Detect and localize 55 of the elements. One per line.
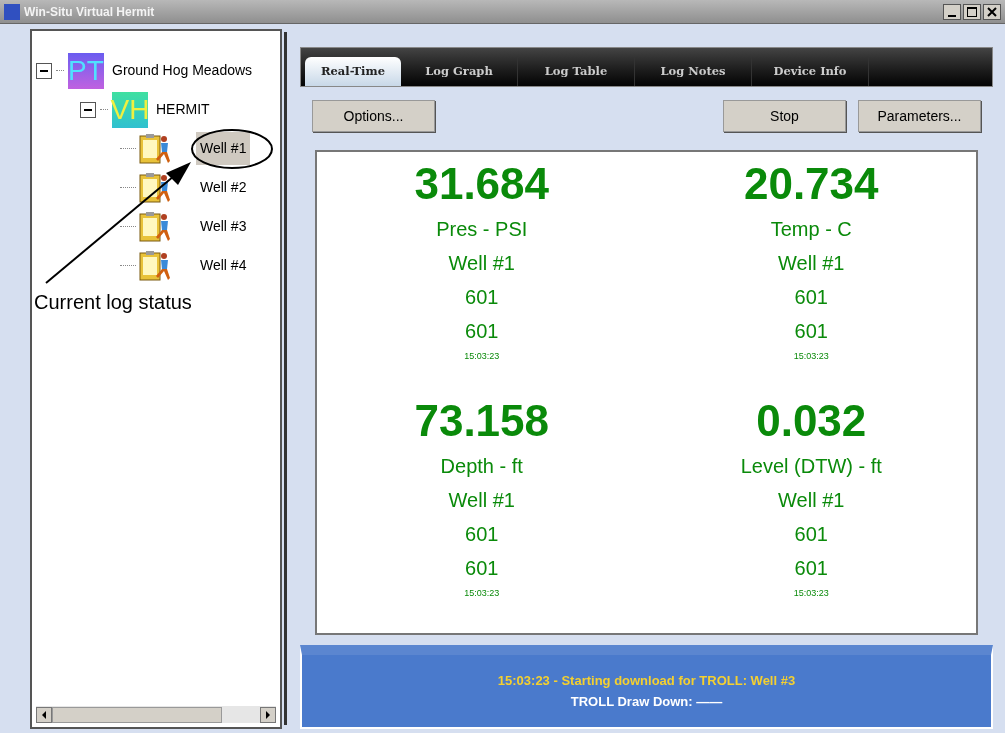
reading-value: 73.158 (414, 394, 550, 447)
toolbar-button[interactable]: Stop (723, 100, 846, 132)
tab[interactable]: Device Info (752, 57, 869, 86)
status-message: 15:03:23 - Starting download for TROLL: Well #3 (497, 671, 796, 690)
tree-item[interactable]: Well #1 (196, 132, 251, 165)
badge-icon: PT (68, 52, 104, 89)
draw-down-text: TROLL Draw Down: —— (570, 693, 723, 711)
timestamp: 15:03:23 (464, 586, 500, 600)
reading-text: 601 (794, 319, 828, 344)
tree-item[interactable]: Well #4 (196, 249, 251, 282)
clipboard-runner-icon (138, 171, 172, 204)
close-icon[interactable] (983, 3, 1001, 20)
parameter-label: Level (DTW) - ft (740, 453, 882, 479)
tree-item[interactable]: Well #2 (196, 171, 251, 204)
timestamp: 15:03:23 (464, 350, 500, 363)
horizontal-scrollbar[interactable] (36, 706, 276, 723)
timestamp: 15:03:23 (793, 350, 829, 363)
reading-value: 20.734 (743, 158, 879, 210)
maximize-icon[interactable] (963, 3, 981, 20)
scroll-right-icon[interactable] (266, 710, 270, 719)
reading-text: 601 (794, 555, 828, 581)
tree-item[interactable]: HERMIT (152, 99, 210, 120)
reading-text: 601 (465, 319, 499, 344)
tree-item[interactable]: Well #3 (196, 210, 251, 243)
tree-item[interactable]: Ground Hog Meadows (108, 60, 253, 81)
tab[interactable]: Log Graph (401, 57, 518, 86)
well-label: Well #1 (778, 487, 845, 513)
window-title: Win-Situ Virtual Hermit (24, 3, 155, 21)
reading-text: 601 (794, 521, 828, 547)
timestamp: 15:03:23 (793, 586, 829, 600)
app-icon (4, 3, 20, 20)
tab[interactable]: Log Notes (635, 57, 752, 86)
collapse-toggle[interactable] (36, 62, 52, 79)
parameter-label: Depth - ft (440, 453, 523, 479)
tab[interactable]: Real-Time (305, 57, 401, 86)
reading-text: 601 (465, 555, 499, 581)
scroll-left-icon[interactable] (42, 710, 46, 719)
clipboard-runner-icon (138, 249, 172, 282)
toolbar-button[interactable]: Parameters... (858, 100, 981, 132)
well-label: Well #1 (448, 487, 515, 513)
reading-text: 601 (465, 521, 499, 547)
reading-value: 31.684 (414, 158, 550, 210)
well-label: Well #1 (448, 251, 515, 276)
reading-value: 0.032 (756, 394, 867, 447)
reading-text: 601 (465, 285, 499, 310)
collapse-toggle[interactable] (80, 101, 96, 118)
clipboard-runner-icon (138, 210, 172, 243)
reading-text: 601 (794, 285, 828, 310)
parameter-label: Temp - C (770, 217, 852, 242)
tab[interactable]: Log Table (518, 57, 635, 86)
toolbar-button[interactable]: Options... (312, 100, 435, 132)
parameter-label: Pres - PSI (436, 217, 528, 242)
well-label: Well #1 (778, 251, 845, 276)
minimize-icon[interactable] (943, 3, 961, 20)
clipboard-runner-icon (138, 132, 172, 165)
